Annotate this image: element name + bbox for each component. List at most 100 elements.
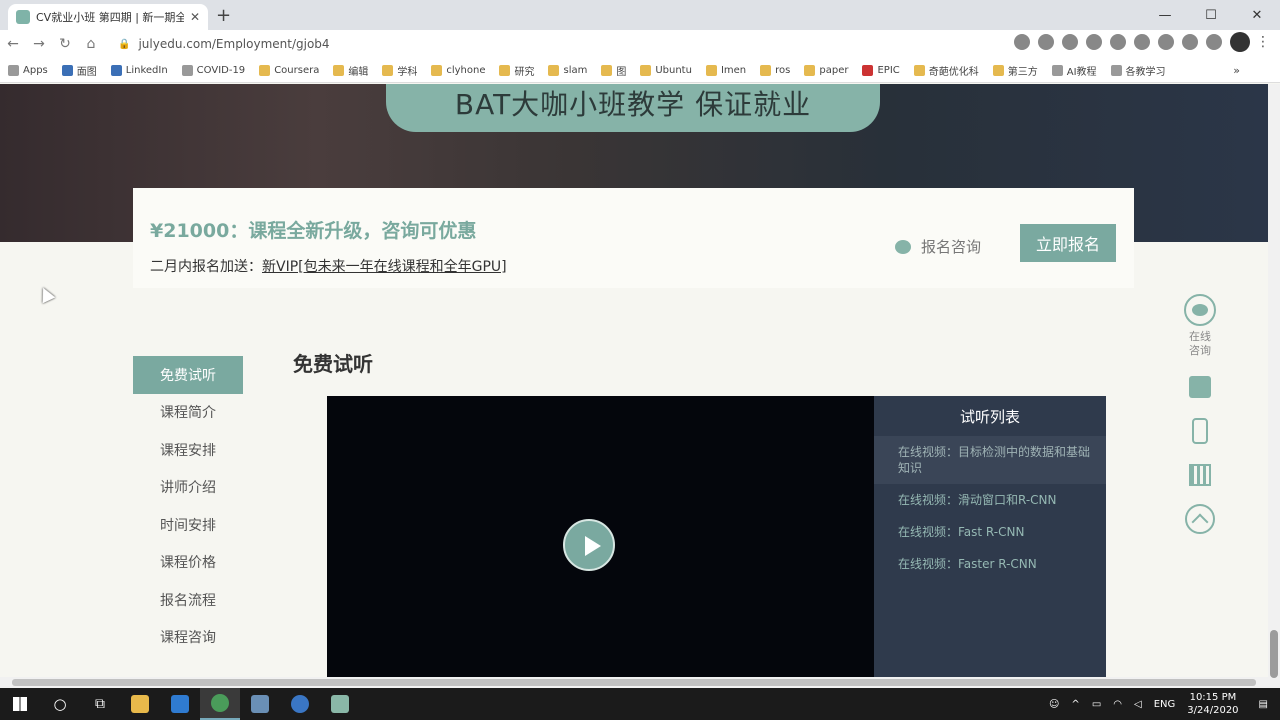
taskbar-app[interactable] [120, 688, 160, 720]
playlist-item[interactable]: 在线视频：目标检测中的数据和基础知识 [874, 436, 1106, 484]
horizontal-scrollbar-thumb[interactable] [12, 679, 1256, 686]
close-tab-icon[interactable]: ✕ [190, 10, 200, 24]
close-window-button[interactable]: ✕ [1234, 0, 1280, 30]
notifications-icon[interactable]: ▤ [1259, 699, 1268, 710]
new-tab-button[interactable]: + [216, 5, 231, 26]
taskbar-app[interactable] [320, 688, 360, 720]
bookmark-item[interactable]: ros [760, 64, 790, 76]
nav-item-lecturers[interactable]: 讲师介绍 [133, 469, 243, 507]
taskbar-app[interactable] [160, 688, 200, 720]
window-controls: — ☐ ✕ [1142, 0, 1280, 30]
search-icon[interactable]: ○ [40, 695, 80, 713]
playlist-item[interactable]: 在线视频：Faster R-CNN [874, 548, 1106, 580]
browser-menu-icon[interactable]: ⋮ [1256, 34, 1270, 50]
bookmark-item[interactable]: 图 [601, 63, 626, 78]
task-view-icon[interactable]: ⧉ [80, 696, 120, 712]
nav-item-timeline[interactable]: 时间安排 [133, 506, 243, 544]
consult-link[interactable]: 报名咨询 [895, 236, 981, 257]
minimize-button[interactable]: — [1142, 0, 1188, 30]
hero-slogan: BAT大咖小班教学 保证就业 [386, 84, 880, 132]
taskbar-app[interactable] [200, 688, 240, 720]
tray-chevron-icon[interactable]: ^ [1071, 699, 1079, 710]
bookmarks-overflow-icon[interactable]: » [1233, 64, 1240, 77]
scrollbar-thumb[interactable] [1270, 630, 1278, 678]
enroll-button[interactable]: 立即报名 [1020, 224, 1116, 262]
horizontal-scrollbar[interactable] [0, 677, 1268, 688]
bookmark-item[interactable]: clyhone [431, 64, 485, 76]
extension-icon[interactable] [1014, 34, 1030, 50]
bookmark-item[interactable]: paper [804, 64, 848, 76]
nav-item-free-trial[interactable]: 免费试听 [133, 356, 243, 394]
app-icon [331, 695, 349, 713]
extension-icon[interactable] [1134, 34, 1150, 50]
tab-title: CV就业小班 第四期 | 新一期全新 [36, 11, 184, 24]
extension-icon[interactable] [1086, 34, 1102, 50]
playlist-item[interactable]: 在线视频：滑动窗口和R-CNN [874, 484, 1106, 516]
start-button[interactable] [0, 688, 40, 720]
clock[interactable]: 10:15 PM 3/24/2020 [1187, 691, 1238, 717]
bookmark-item[interactable]: 奇葩优化科 [913, 63, 979, 78]
chat-bubble-icon [895, 239, 911, 254]
promo-link[interactable]: 新VIP[包未来一年在线课程和全年GPU] [262, 259, 507, 275]
extension-icon[interactable] [1110, 34, 1126, 50]
maximize-button[interactable]: ☐ [1188, 0, 1234, 30]
playlist-item[interactable]: 在线视频：Fast R-CNN [874, 516, 1106, 548]
gift-button[interactable] [1185, 372, 1215, 402]
bookmark-item[interactable]: EPIC [862, 64, 900, 76]
app-icon [251, 695, 269, 713]
nav-item-schedule[interactable]: 课程安排 [133, 431, 243, 469]
extension-icon[interactable] [1182, 34, 1198, 50]
bookmark-item[interactable]: Coursera [259, 64, 319, 76]
online-chat-label[interactable]: 在线 咨询 [1174, 330, 1226, 358]
play-icon[interactable] [563, 519, 615, 571]
consult-label: 报名咨询 [921, 238, 982, 256]
section-nav: 免费试听 课程简介 课程安排 讲师介绍 时间安排 课程价格 报名流程 课程咨询 [133, 356, 243, 656]
profile-avatar[interactable] [1230, 32, 1250, 52]
bookmark-item[interactable]: Ubuntu [640, 64, 692, 76]
bookmark-item[interactable]: 研究 [499, 63, 534, 78]
bookmark-item[interactable]: Apps [8, 64, 48, 76]
qr-button[interactable] [1185, 460, 1215, 490]
back-to-top-button[interactable] [1185, 504, 1215, 534]
wifi-icon[interactable]: ◠ [1113, 699, 1122, 710]
bookmark-item[interactable]: COVID-19 [181, 64, 245, 76]
nav-item-price[interactable]: 课程价格 [133, 544, 243, 582]
folder-icon [259, 64, 271, 76]
taskbar-app[interactable] [240, 688, 280, 720]
volume-icon[interactable]: ◁ [1134, 699, 1142, 710]
bookmark-item[interactable]: 学科 [382, 63, 417, 78]
folder-icon [804, 64, 816, 76]
nav-item-consult[interactable]: 课程咨询 [133, 619, 243, 657]
browser-tab[interactable]: CV就业小班 第四期 | 新一期全新 ✕ [8, 4, 208, 30]
bookmark-icon [1110, 64, 1122, 76]
clock-date: 3/24/2020 [1187, 705, 1239, 716]
bookmark-item[interactable]: 面图 [61, 63, 97, 78]
forward-icon[interactable]: → [26, 36, 52, 52]
bookmark-item[interactable]: slam [548, 64, 587, 76]
vertical-scrollbar[interactable] [1268, 84, 1280, 688]
bookmark-item[interactable]: AI教程 [1051, 63, 1097, 78]
online-chat-icon[interactable] [1184, 294, 1216, 326]
extension-icon[interactable] [1158, 34, 1174, 50]
home-icon[interactable]: ⌂ [78, 36, 104, 52]
battery-icon[interactable]: ▭ [1092, 699, 1101, 710]
bookmark-item[interactable]: 第三方 [992, 63, 1038, 78]
language-indicator[interactable]: ENG [1154, 699, 1176, 710]
bookmark-item[interactable]: 各教学习 [1110, 63, 1166, 78]
extension-icon[interactable] [1206, 34, 1222, 50]
phone-button[interactable] [1185, 416, 1215, 446]
reload-icon[interactable]: ↻ [52, 36, 78, 52]
people-icon[interactable]: ☺ [1049, 699, 1059, 710]
back-icon[interactable]: ← [0, 36, 26, 52]
bookmark-item[interactable]: Imen [705, 64, 746, 76]
bookmark-item[interactable]: LinkedIn [110, 64, 168, 76]
bookmark-item[interactable]: 编辑 [333, 63, 368, 78]
video-player[interactable] [327, 396, 874, 677]
url-field[interactable]: 🔒 julyedu.com/Employment/gjob4 [118, 37, 330, 51]
arrow-up-icon [1185, 504, 1215, 534]
nav-item-intro[interactable]: 课程简介 [133, 394, 243, 432]
extension-icon[interactable] [1062, 34, 1078, 50]
nav-item-enroll-process[interactable]: 报名流程 [133, 581, 243, 619]
extension-icon[interactable] [1038, 34, 1054, 50]
taskbar-app[interactable] [280, 688, 320, 720]
